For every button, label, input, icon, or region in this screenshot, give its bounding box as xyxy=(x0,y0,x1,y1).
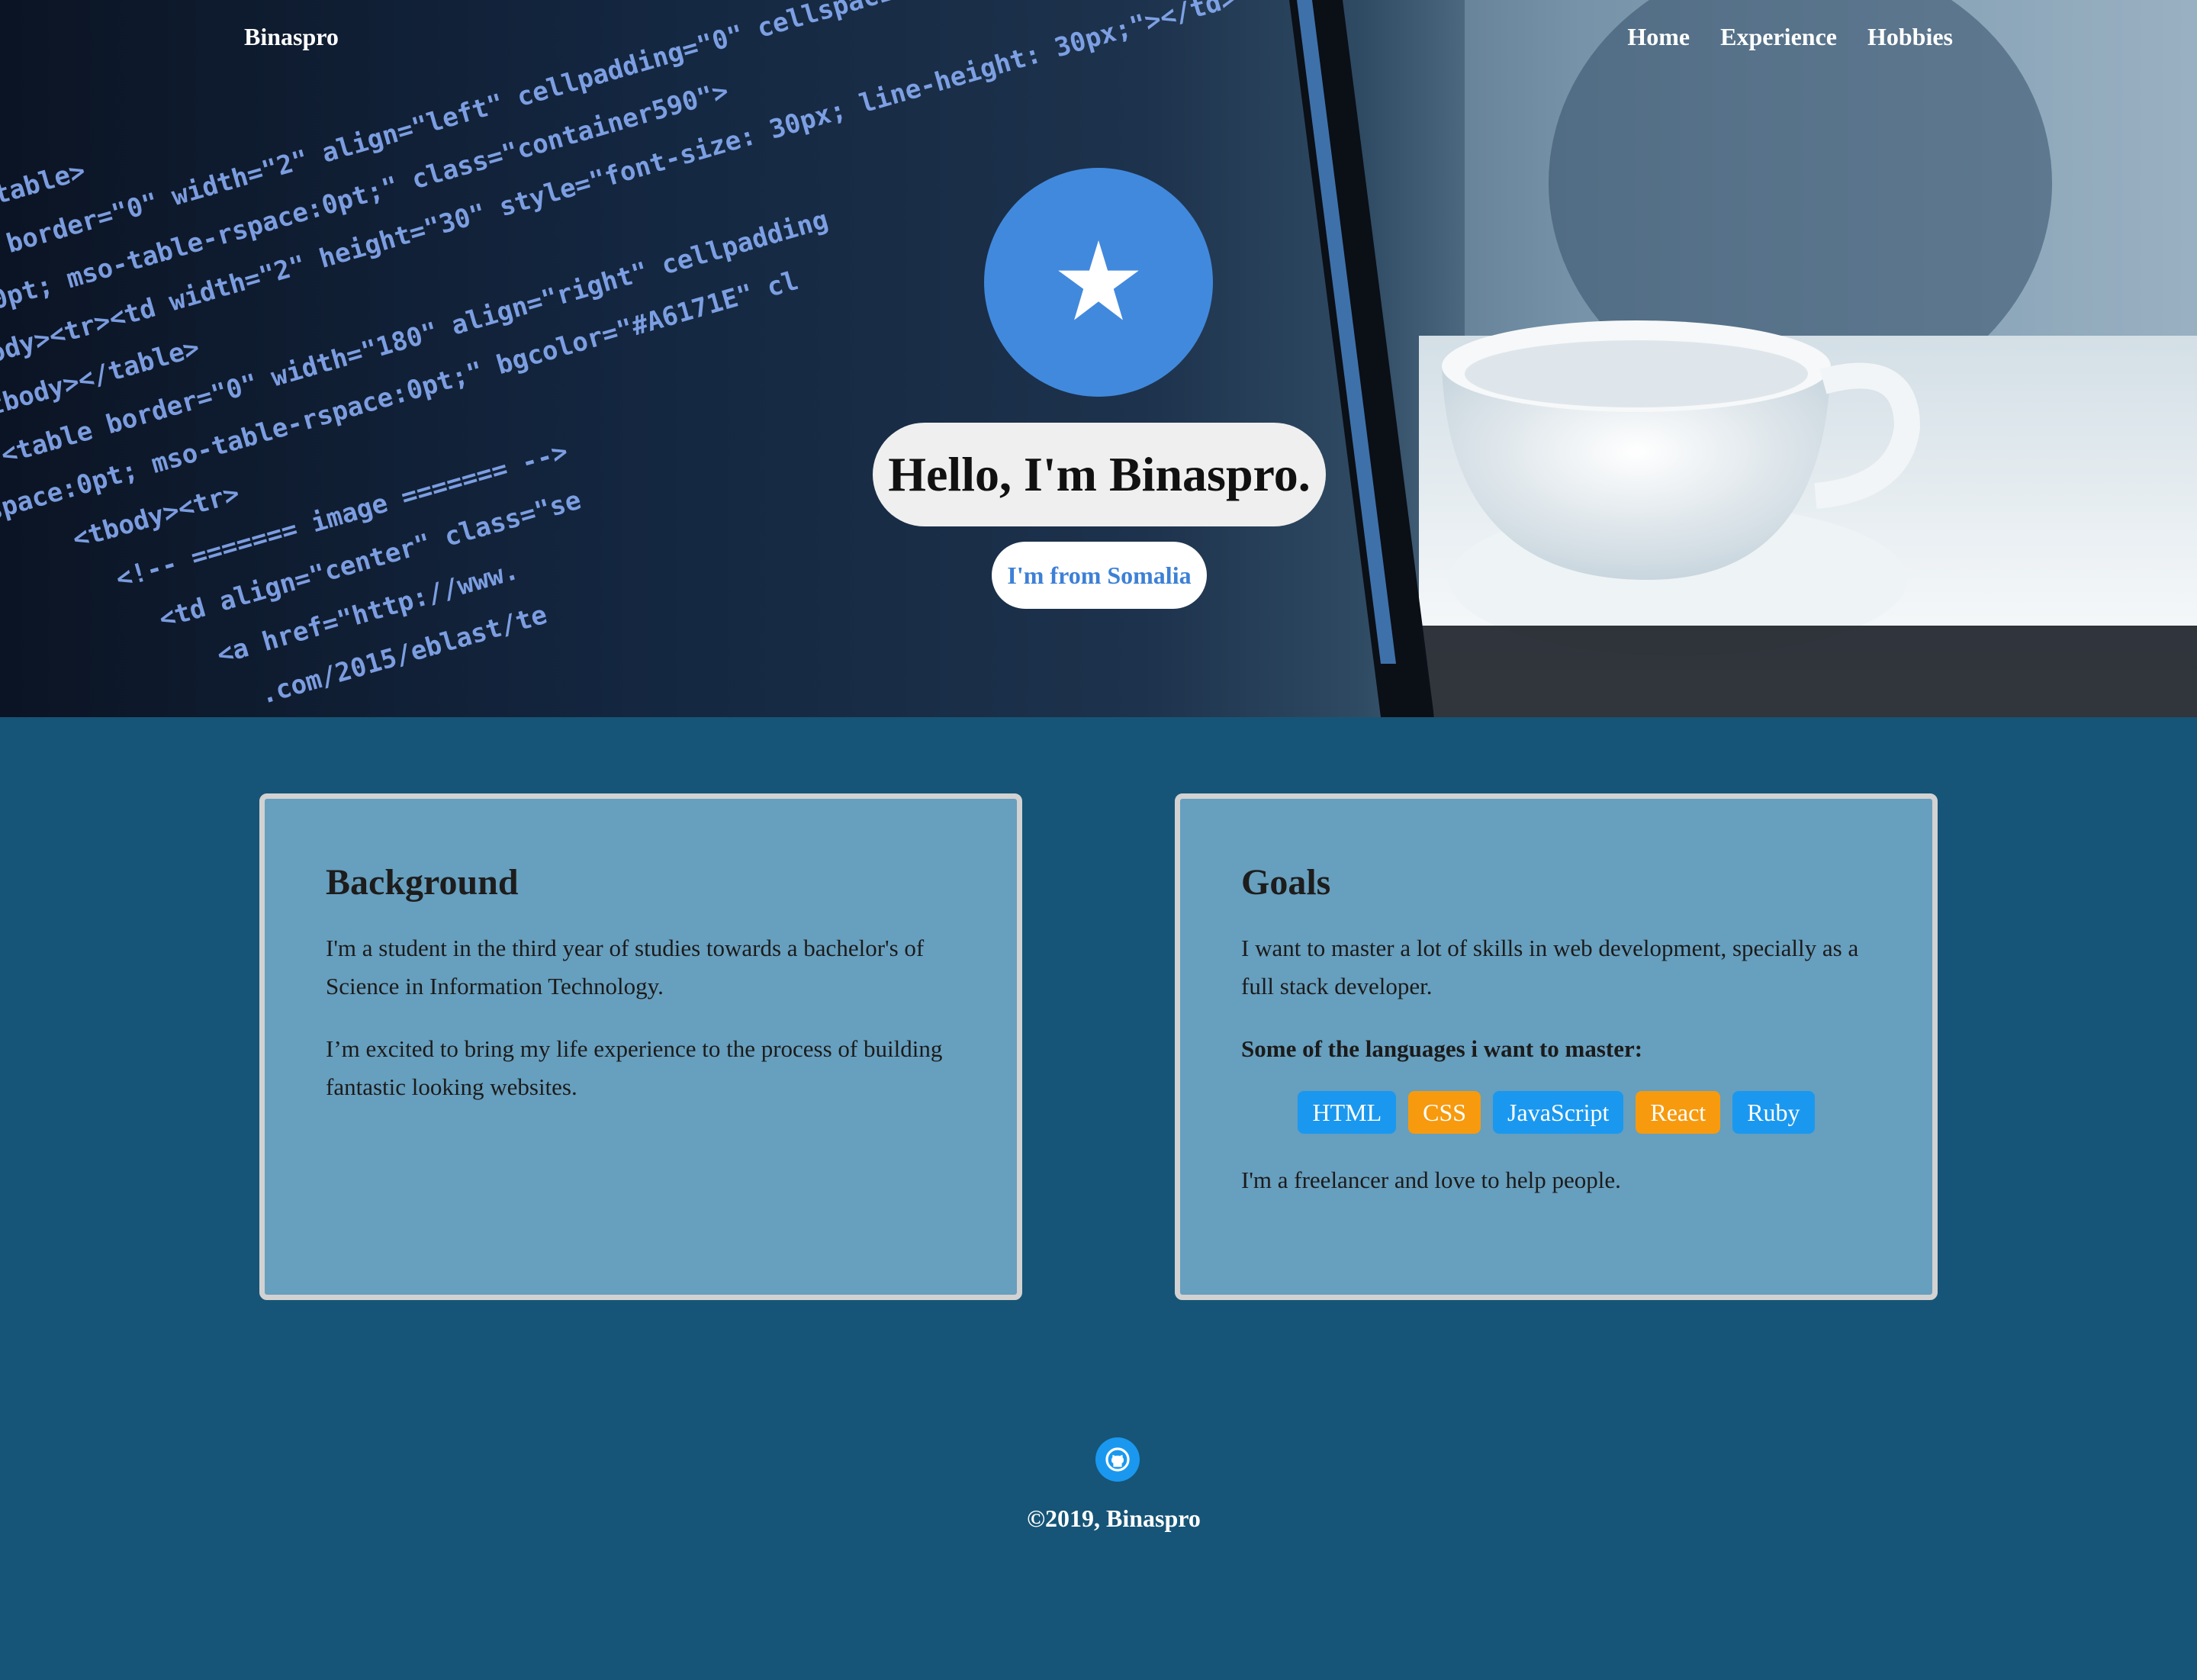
star-icon xyxy=(1058,240,1139,320)
hero-banner: </tbody></table> <table border="0" width=… xyxy=(0,0,2197,717)
tag-html: HTML xyxy=(1298,1091,1397,1134)
background-paragraph-2: I’m excited to bring my life experience … xyxy=(326,1035,943,1100)
goals-card: Goals I want to master a lot of skills i… xyxy=(1175,793,1938,1300)
brand-logo[interactable]: Binaspro xyxy=(244,23,339,51)
background-card: Background I'm a student in the third ye… xyxy=(259,793,1022,1300)
nav-links: Home Experience Hobbies xyxy=(1627,23,1953,51)
tag-javascript: JavaScript xyxy=(1493,1091,1624,1134)
copyright-text: ©2019, Binaspro xyxy=(1027,1505,1201,1532)
language-tags: HTML CSS JavaScript React Ruby xyxy=(1241,1091,1871,1134)
tag-ruby: Ruby xyxy=(1732,1091,1815,1134)
avatar xyxy=(984,168,1213,397)
github-link[interactable] xyxy=(1095,1437,1140,1482)
background-paragraph-1: I'm a student in the third year of studi… xyxy=(326,935,925,999)
hero-subtitle-pill: I'm from Somalia xyxy=(992,542,1207,609)
hero-title: Hello, I'm Binaspro. xyxy=(873,423,1326,526)
github-icon xyxy=(1105,1447,1130,1472)
nav-link-home[interactable]: Home xyxy=(1627,23,1690,51)
tag-css: CSS xyxy=(1408,1091,1481,1134)
tag-react: React xyxy=(1636,1091,1721,1134)
background-heading: Background xyxy=(326,862,519,903)
nav-link-experience[interactable]: Experience xyxy=(1720,23,1837,51)
goals-heading: Goals xyxy=(1241,862,1331,903)
top-navbar: Binaspro Home Experience Hobbies xyxy=(0,0,2197,73)
goals-intro: I want to master a lot of skills in web … xyxy=(1241,935,1859,999)
goals-outro: I'm a freelancer and love to help people… xyxy=(1241,1167,1621,1193)
nav-link-hobbies[interactable]: Hobbies xyxy=(1867,23,1953,51)
languages-label: Some of the languages i want to master: xyxy=(1241,1035,1643,1062)
